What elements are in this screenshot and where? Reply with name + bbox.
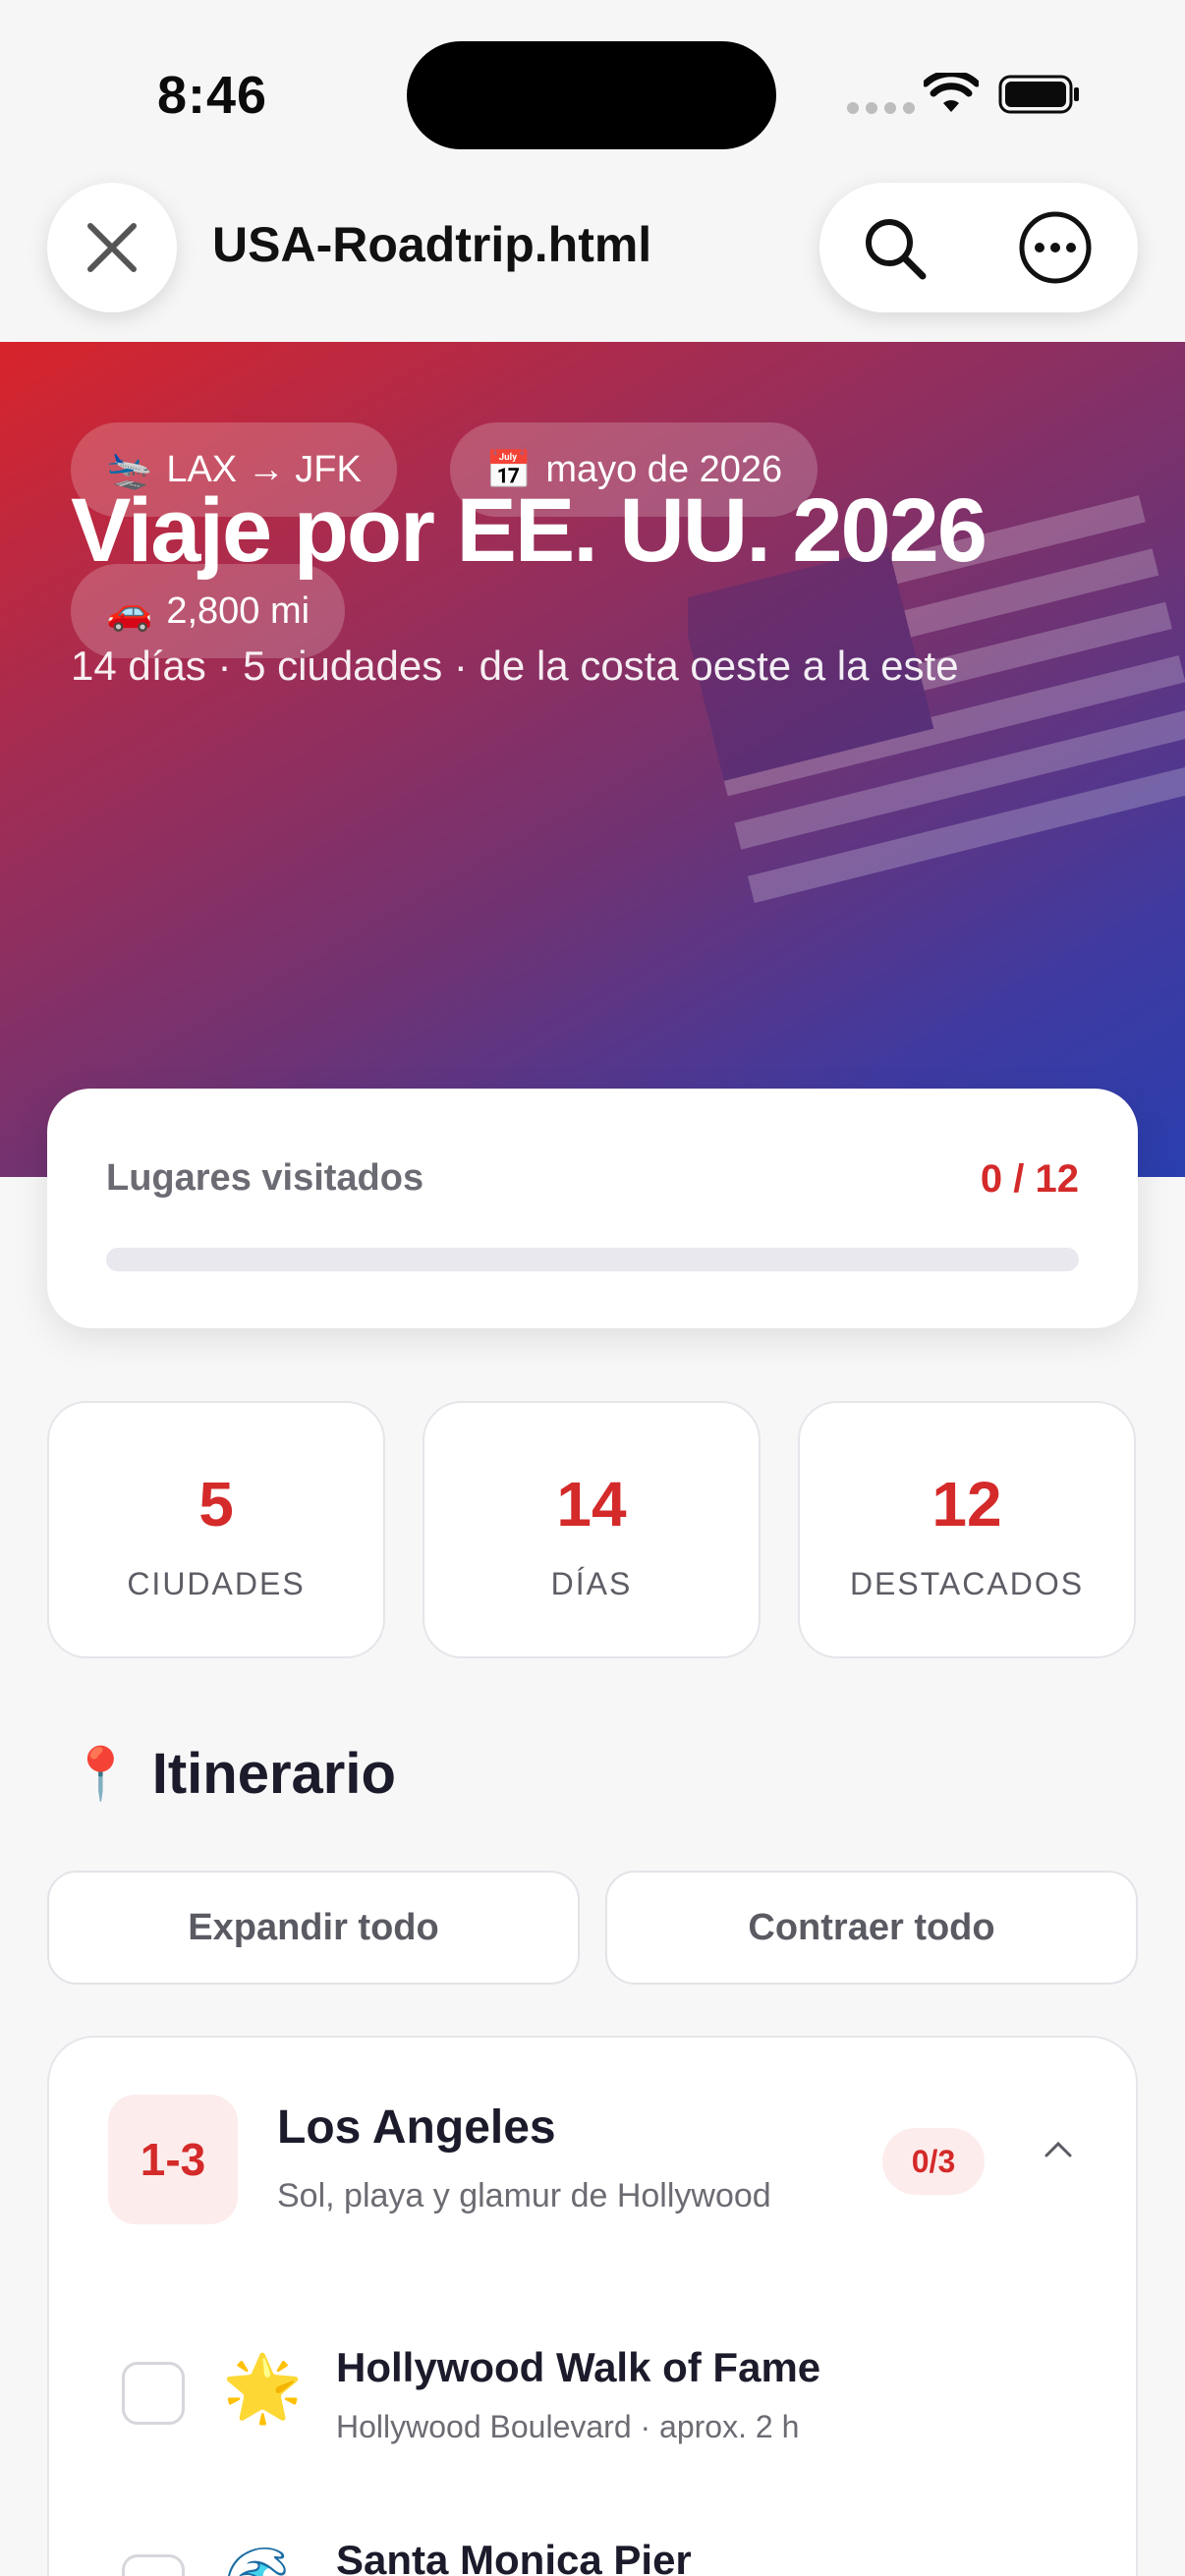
day-range-badge: 1-3	[108, 2095, 238, 2224]
stat-value: 14	[556, 1469, 627, 1540]
more-options-button[interactable]	[1016, 208, 1095, 287]
place-name: Hollywood Walk of Fame	[336, 2344, 821, 2390]
stat-label: DÍAS	[550, 1566, 633, 1601]
collapse-all-button[interactable]: Contraer todo	[605, 1871, 1138, 1985]
chip-date-label: mayo de 2026	[545, 448, 783, 490]
itinerary-heading: 📍 Itinerario	[69, 1741, 396, 1807]
stat-value: 5	[198, 1469, 234, 1540]
wave-icon: 🌊	[222, 2543, 303, 2576]
stat-card-days: 14 DÍAS	[423, 1401, 761, 1658]
wifi-icon	[924, 73, 979, 112]
city-visited-count: 0/3	[882, 2128, 985, 2195]
visited-checkbox[interactable]	[122, 2362, 185, 2425]
city-card-los-angeles: 1-3 Los Angeles Sol, playa y glamur de H…	[47, 2036, 1138, 2576]
city-name[interactable]: Los Angeles	[277, 2100, 556, 2155]
stat-label: CIUDADES	[127, 1566, 306, 1601]
place-name: Santa Monica Pier	[336, 2537, 692, 2576]
search-button[interactable]	[855, 208, 933, 287]
action-pill	[819, 183, 1138, 312]
chip-distance: 🚗 2,800 mi	[71, 564, 346, 658]
dynamic-island	[407, 41, 776, 149]
cellular-signal-icon	[847, 102, 915, 114]
progress-count: 0 / 12	[980, 1157, 1079, 1201]
itinerary-title: Itinerario	[151, 1742, 396, 1806]
city-tagline: Sol, playa y glamur de Hollywood	[277, 2177, 771, 2214]
airplane-arrival-icon: 🛬	[106, 447, 153, 491]
progress-label: Lugares visitados	[106, 1157, 424, 1199]
list-item: 🌟 Hollywood Walk of Fame Hollywood Boule…	[49, 2311, 1140, 2497]
stat-label: DESTACADOS	[849, 1566, 1085, 1601]
chip-route-label: LAX → JFK	[166, 448, 362, 490]
stat-card-cities: 5 CIUDADES	[47, 1401, 385, 1658]
list-item: 🌊 Santa Monica Pier	[49, 2503, 1140, 2576]
calendar-icon: 📅	[485, 447, 533, 491]
expand-all-button[interactable]: Expandir todo	[47, 1871, 580, 1985]
close-icon	[87, 223, 137, 272]
more-icon	[1019, 211, 1092, 284]
chip-route: 🛬 LAX → JFK	[71, 422, 397, 517]
chevron-up-icon[interactable]	[1042, 2138, 1075, 2161]
stat-value: 12	[931, 1469, 1002, 1540]
car-icon: 🚗	[106, 588, 153, 633]
page-title: USA-Roadtrip.html	[212, 217, 652, 272]
stat-card-highlights: 12 DESTACADOS	[798, 1401, 1136, 1658]
battery-icon	[998, 75, 1079, 114]
close-button[interactable]	[47, 183, 177, 312]
search-icon	[866, 219, 927, 280]
pin-icon: 📍	[69, 1745, 133, 1804]
star-icon: 🌟	[222, 2350, 304, 2426]
status-bar: 8:46	[0, 0, 1185, 177]
place-detail: Hollywood Boulevard · aprox. 2 h	[336, 2409, 800, 2444]
progress-bar	[106, 1248, 1079, 1271]
status-time: 8:46	[157, 66, 268, 125]
progress-card: Lugares visitados 0 / 12	[47, 1089, 1138, 1328]
chip-date: 📅 mayo de 2026	[450, 422, 818, 517]
chip-distance-label: 2,800 mi	[166, 589, 310, 632]
visited-checkbox[interactable]	[122, 2554, 185, 2576]
